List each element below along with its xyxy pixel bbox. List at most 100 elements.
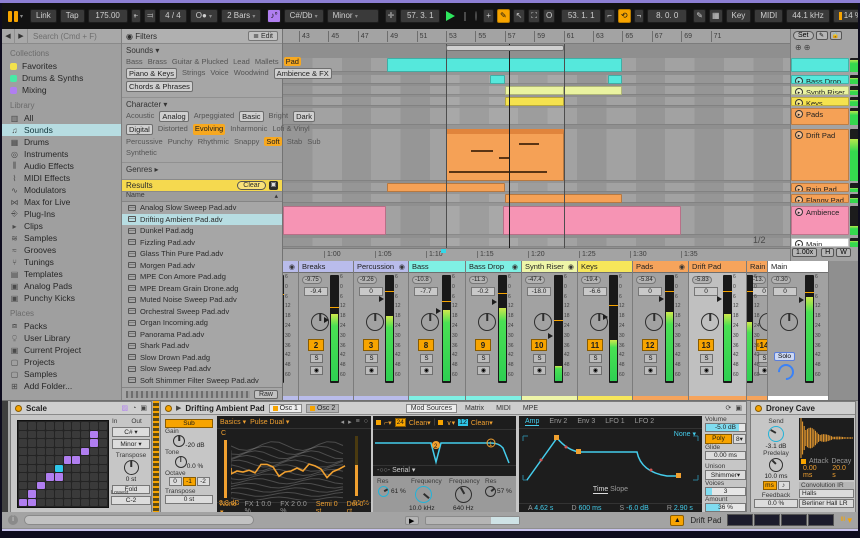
browser-result-item[interactable]: MPE Con Amore Pad.adg <box>122 271 282 283</box>
punch-out-icon[interactable]: ¬ <box>633 9 645 23</box>
predelay-knob[interactable] <box>769 458 783 472</box>
wavetable-menu[interactable]: Pulse Dual ▾ <box>250 418 289 426</box>
peak-level-readout[interactable]: -0.30 <box>771 276 791 284</box>
track-activator-number[interactable]: 13 <box>698 339 714 351</box>
track-header[interactable]: ▸ Flangy Pad <box>791 194 849 203</box>
filter-tag[interactable]: Voice <box>210 68 228 79</box>
height-zoom-button[interactable]: H <box>821 248 835 257</box>
unison-amount-field[interactable]: 36 % <box>705 503 746 512</box>
arrangement-clip[interactable] <box>490 75 505 84</box>
unison-mode-menu[interactable]: Shimmer▾ <box>705 470 746 480</box>
track-fold-icon[interactable]: ▸ <box>795 88 803 94</box>
pan-knob[interactable] <box>701 313 719 331</box>
filter-tag[interactable]: Basic <box>239 111 264 122</box>
mixer-channel[interactable]: Percussion ◉ -9.26 0 3 S ◉ Solo 60612182… <box>354 261 409 400</box>
volume-field[interactable]: -7.7 <box>414 287 438 296</box>
fader-marker[interactable] <box>603 313 608 320</box>
sidebar-places-item[interactable]: ⍜ User Library <box>2 332 121 344</box>
filter-tag[interactable]: Analog <box>159 111 189 122</box>
group-fold-icon[interactable]: ◉ <box>679 263 685 271</box>
browser-result-item[interactable]: Analog Slow Sweep Pad.adv <box>122 202 282 214</box>
track-activator-number[interactable]: 9 <box>475 339 491 351</box>
filter-tag[interactable]: Mallets <box>255 57 279 66</box>
fader-marker[interactable] <box>436 308 441 315</box>
tab-lfo1[interactable]: LFO 1 <box>605 418 624 426</box>
loop-brace[interactable] <box>446 45 564 51</box>
device-title[interactable]: Scale <box>26 404 47 413</box>
solo-button[interactable]: S <box>589 354 602 363</box>
track-header[interactable] <box>791 58 849 72</box>
fader-marker[interactable] <box>659 295 664 302</box>
ms-mode-button[interactable]: ms <box>762 481 777 490</box>
filter2-freq-knob[interactable] <box>455 486 472 503</box>
channel-header[interactable]: Synth Riser ◉ <box>522 261 577 273</box>
sidebar-library-item[interactable]: ▣ Punchy Kicks <box>2 292 121 304</box>
volume-field[interactable]: -9.4 <box>304 287 328 296</box>
channel-header[interactable]: Percussion ◉ <box>354 261 408 273</box>
mixer-channel[interactable]: Drift Pad ◉ -5.83 0 13 S ◉ Solo 60612182… <box>689 261 747 400</box>
transpose-value[interactable]: 0 st <box>112 476 150 483</box>
browser-result-item[interactable]: Dunkel Pad.adg <box>122 225 282 237</box>
sidebar-places-item[interactable]: ▢ Projects <box>2 356 121 368</box>
mixer-channel[interactable]: Synth Riser ◉ -47.4 -18.0 10 S ◉ Solo 60… <box>522 261 578 400</box>
table-view-icon[interactable]: ≡ <box>356 418 360 426</box>
record-button[interactable] <box>475 11 478 21</box>
unison-voices-field[interactable]: 3 <box>705 487 746 496</box>
tab-mpe[interactable]: MPE <box>519 405 542 412</box>
browser-result-item[interactable]: Shark Pad.adv <box>122 340 282 352</box>
key-map-button[interactable]: Key <box>725 9 752 23</box>
channel-header[interactable]: Breaks ◉ <box>299 261 353 273</box>
scale-awareness-icon[interactable]: ♪° <box>267 9 281 23</box>
track-fold-icon[interactable]: ▸ <box>795 77 803 83</box>
session-record-icon[interactable]: ⛶ <box>528 9 540 23</box>
tempo-field[interactable]: 175.00 <box>87 9 128 23</box>
arrangement-clip[interactable] <box>563 86 623 95</box>
scale-mode-menu[interactable]: Minor ▾ <box>112 439 150 449</box>
fader-marker[interactable] <box>492 298 497 305</box>
next-table-icon[interactable]: ▸ <box>348 418 352 426</box>
arrangement-clip[interactable] <box>503 206 682 235</box>
track-status-icon[interactable]: ▲ <box>670 514 685 526</box>
transpose-knob[interactable] <box>123 460 139 475</box>
filter1-res-knob[interactable] <box>378 486 389 497</box>
fader-marker[interactable] <box>379 295 384 302</box>
sidebar-collection-item[interactable]: Mixing <box>2 84 121 96</box>
filter-tag[interactable]: Brass <box>148 57 167 66</box>
insert-marker[interactable] <box>441 249 446 253</box>
lowest-note-field[interactable]: C-2 <box>111 496 151 505</box>
filter-tag[interactable]: Guitar & Plucked <box>172 57 228 66</box>
browser-result-item[interactable]: Soft Shimmer Filter Sweep Pad.adv <box>122 375 282 387</box>
solo-button[interactable]: S <box>365 354 378 363</box>
arm-button[interactable]: ◉ <box>420 366 433 375</box>
sub-button[interactable]: Sub <box>165 419 213 428</box>
sidebar-library-item[interactable]: ▣ Analog Pads <box>2 280 121 292</box>
track-activator-number[interactable]: 3 <box>363 339 379 351</box>
peak-level-readout[interactable]: -10.8 <box>412 276 432 284</box>
output-meter-icon[interactable]: ᴵᴵᴵ ▾ <box>840 515 852 526</box>
stop-button[interactable] <box>464 11 467 21</box>
link-button[interactable]: Link <box>30 9 57 23</box>
fader-marker[interactable] <box>324 316 329 323</box>
volume-field[interactable]: -6.6 <box>583 287 607 296</box>
track-activator-number[interactable]: 10 <box>531 339 547 351</box>
mixer-channel[interactable]: Rain Pad ◉ -13. 0 14 S ◉ Solo 6061218243… <box>747 261 768 400</box>
peak-level-readout[interactable]: -5.83 <box>692 276 712 284</box>
sidebar-places-item[interactable]: ▢ Samples <box>2 368 121 380</box>
group-fold-icon[interactable]: ◉ <box>568 263 574 271</box>
decay-value[interactable]: 20.0 s <box>832 465 850 479</box>
tone-knob[interactable] <box>174 456 187 468</box>
res2-value[interactable]: 57 % <box>497 488 512 495</box>
sidebar-library-item[interactable]: ▤ Templates <box>2 268 121 280</box>
attack-shape-toggle[interactable] <box>801 459 806 464</box>
circle-view-icon[interactable]: ○ <box>364 418 368 426</box>
filter-tag[interactable]: Bass <box>126 57 143 66</box>
pan-knob[interactable] <box>534 313 552 331</box>
follow-icon[interactable]: ✛ <box>384 9 398 23</box>
filter-tag[interactable]: Stab <box>287 137 302 146</box>
prev-table-icon[interactable]: ◂ <box>341 418 345 426</box>
mixer-channel[interactable]: Bass Drop ◉ -11.3 -0.2 9 S ◉ Solo 606121… <box>466 261 522 400</box>
browser-result-item[interactable]: Panorama Pad.adv <box>122 329 282 341</box>
send-knob[interactable] <box>768 426 784 442</box>
filter2-slope-button[interactable]: 12 <box>458 419 468 426</box>
filter-tag[interactable]: Soft <box>264 137 282 146</box>
